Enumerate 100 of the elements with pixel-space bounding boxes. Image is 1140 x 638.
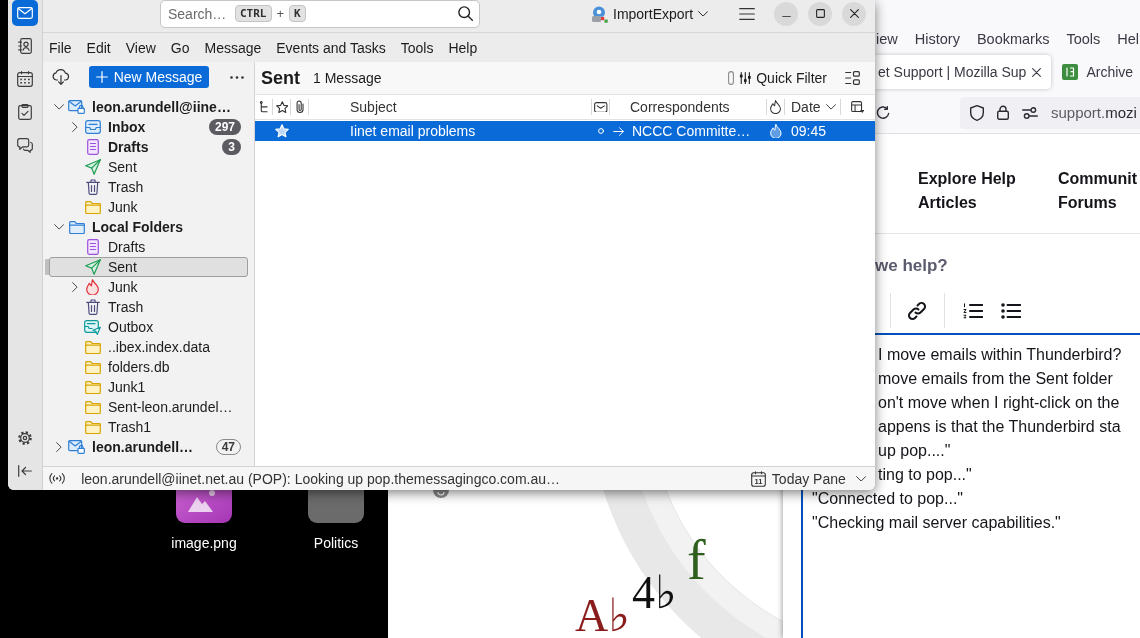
close-icon[interactable] [1032,67,1042,77]
folder-item[interactable]: Local Folders [49,217,248,237]
chevron-right-icon[interactable] [56,441,62,453]
menu-item[interactable]: Go [170,36,190,59]
message-editor[interactable]: I move emails within Thunderbird? move emails from the Sent folder on't move when I right-click on the appens is that the Thunderbird sta up pop...." ting to pop..." [875,335,1140,487]
mail-button[interactable] [12,0,38,26]
folder-item[interactable]: Outbox [49,317,248,337]
folder-item[interactable]: Trash [49,177,248,197]
folder-item[interactable]: Trash [49,297,248,317]
chat-icon [17,137,33,153]
numbered-list-icon [963,302,983,319]
profile-button[interactable]: ImportExport [590,1,709,26]
paper-plane-icon [84,159,101,175]
chord-label: f [687,537,706,583]
question-heading: we help? [875,256,948,276]
image-file-icon[interactable] [176,490,232,523]
chevron-down-icon[interactable] [53,104,65,110]
inbox-icon [84,120,101,134]
menu-item[interactable]: File [49,36,72,59]
trash-icon [85,179,100,195]
search-field[interactable]: Search… [168,5,230,22]
folder-item[interactable]: Trash1 [49,417,248,437]
menu-item[interactable]: Edit [86,36,111,59]
folder-icon [84,340,101,354]
folder-icon [84,400,101,414]
message-row[interactable]: Iinet email problems NCCC Committe… 09:45 [255,121,875,141]
browser-tab[interactable]: Archive [1062,55,1134,89]
outbox-icon [84,319,101,335]
collapse-icon [18,465,32,477]
folder-icon [84,380,101,394]
lock-icon[interactable] [997,105,1009,120]
desktop-icon-label: Politics [313,535,359,551]
chevron-down-icon [698,10,709,17]
folder-item[interactable]: folders.db [49,357,248,377]
layout-icon [844,71,860,85]
settings-icon [17,430,33,446]
menu-item[interactable]: Bookmarks [976,28,1050,49]
plus-sign: + [276,6,285,21]
thread-icon[interactable] [258,100,270,114]
envelope-icon[interactable] [594,101,608,113]
menu-item[interactable]: Message [204,36,262,59]
reload-icon[interactable] [876,105,890,120]
chevron-down-icon[interactable] [53,224,65,230]
folder-item[interactable]: Junk1 [49,377,248,397]
editor-text-line: appens is that the Thunderbird sta [878,417,1121,437]
trash-icon [85,299,100,315]
folder-item[interactable]: leon.arundell… 47 [49,437,248,457]
folder-item[interactable]: Junk [49,197,248,217]
editor-text-line: on't move when I right-click on the [878,393,1120,413]
nav-link[interactable]: Communit Forums [1058,167,1140,215]
menu-item[interactable]: View [125,36,156,59]
new-message-button[interactable]: New Message [89,66,209,88]
nav-link[interactable]: Explore Help Articles [918,167,1028,215]
folder-item[interactable]: Sent [49,157,248,177]
flame-icon [770,123,782,139]
chevron-right-icon[interactable] [72,121,78,133]
status-dot-icon[interactable] [598,128,604,134]
menu-icon [739,7,755,20]
folder-item[interactable]: Inbox 297 [49,117,248,137]
chevron-down-icon [855,475,866,482]
menu-item[interactable]: Tools [400,36,434,59]
column-picker-icon[interactable] [850,100,865,114]
menu-item[interactable]: Events and Tasks [276,36,386,59]
folder-item[interactable]: Junk [49,277,248,297]
editor-text-line: I move emails within Thunderbird? [878,345,1122,365]
document-icon [86,239,99,255]
menu-item[interactable]: Tools [1066,28,1101,49]
shield-icon[interactable] [970,104,984,121]
menu-item[interactable]: iew [876,28,898,49]
paperclip-icon[interactable] [295,100,305,114]
quick-filter-button[interactable]: Quick Filter [727,66,827,90]
permissions-icon[interactable] [1022,106,1038,119]
folder-item[interactable]: Drafts 3 [49,137,248,157]
editor-text-line: up pop...." [878,441,951,461]
chevron-right-icon[interactable] [72,281,78,293]
search-icon[interactable] [458,6,473,21]
close-button[interactable] [842,1,866,26]
menu-item[interactable]: History [914,28,960,49]
maximize-icon [815,9,825,18]
menu-item[interactable]: Help [448,36,478,59]
mail-account-icon [68,100,85,114]
subject-cell: Iinet email problems [350,123,476,139]
folder-item[interactable]: Drafts [49,237,248,257]
star-icon[interactable] [275,100,289,114]
folder-item[interactable]: Sent-leon.arundel… [49,397,248,417]
folder-item[interactable]: Sent [49,257,248,277]
toggle-icon [727,71,734,85]
document-icon [86,139,99,155]
folder-icon [84,200,101,214]
browser-tab[interactable]: et Support | Mozilla Sup [875,55,1052,89]
folder-title: Sent [261,67,300,89]
folder-item[interactable]: ..ibex.index.data [49,337,248,357]
address-bar[interactable]: support.mozi [960,96,1140,129]
maximize-button[interactable] [808,1,832,26]
folder-item[interactable]: leon.arundell@iine… [49,97,248,117]
flame-icon[interactable] [770,100,782,114]
clipboard-check-icon [18,104,32,120]
resize-handle[interactable] [45,259,49,275]
editor-text-line: "Connected to pop..." [812,489,963,509]
menu-item[interactable]: Hel [1117,28,1140,49]
